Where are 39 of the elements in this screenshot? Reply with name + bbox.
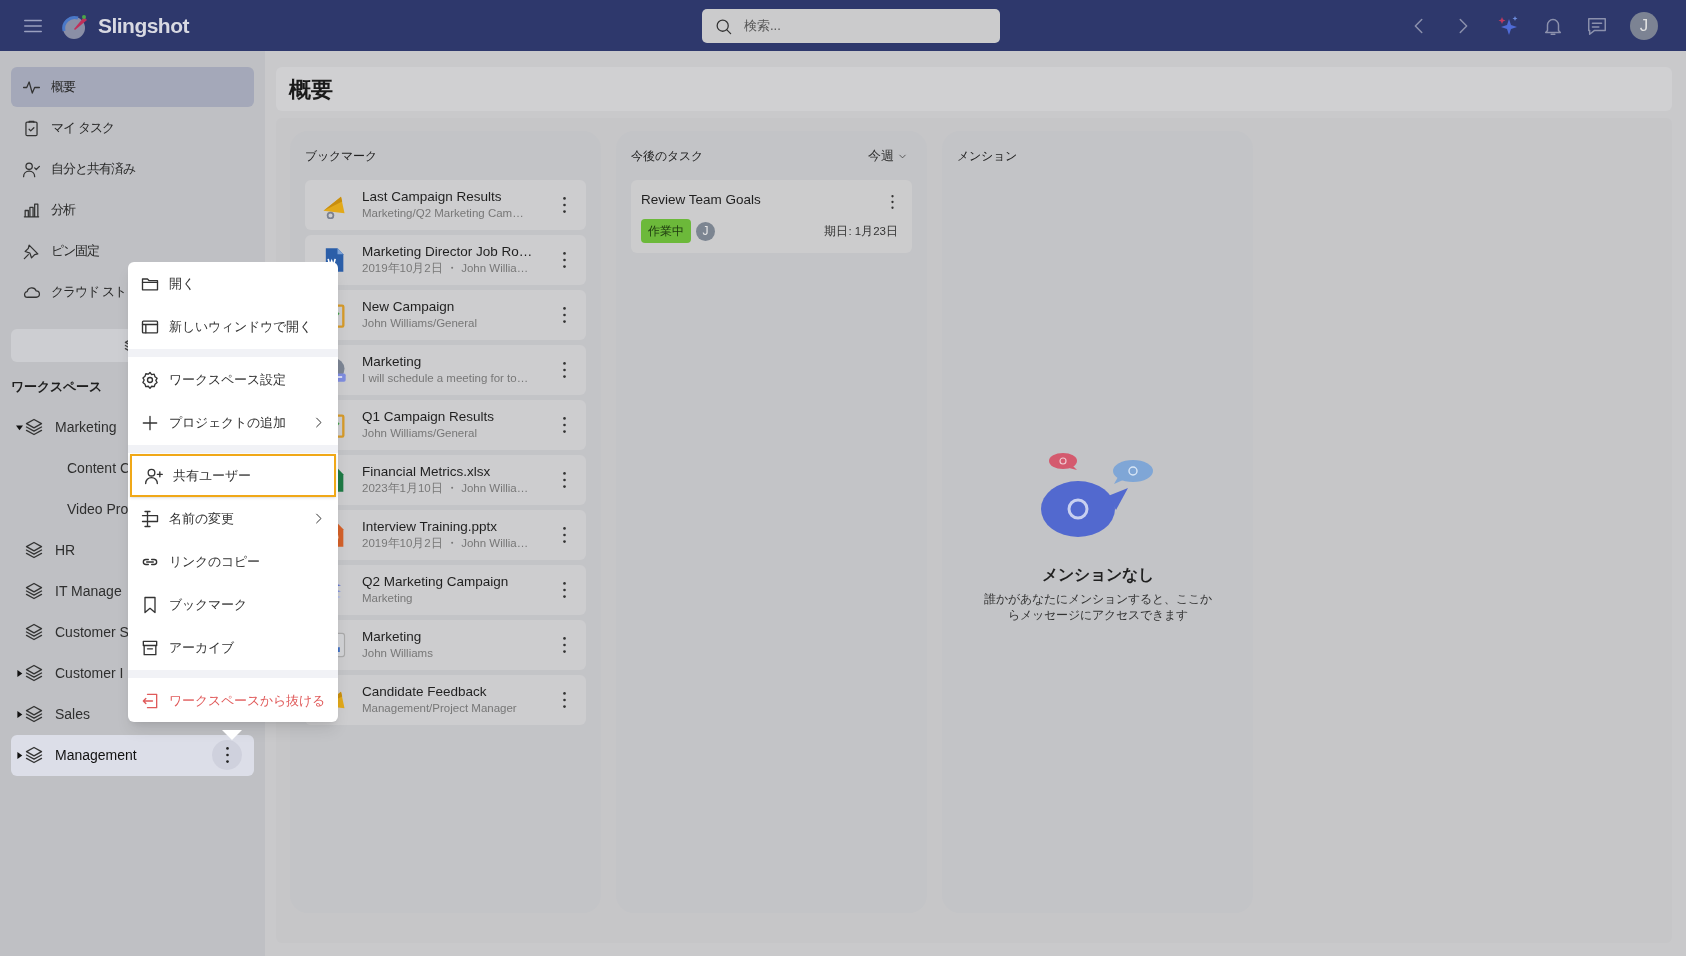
bookmark-title: Candidate Feedback xyxy=(362,684,488,700)
bookmark-subtitle: 2023年1月10日 ・ John Willia… xyxy=(362,481,530,496)
task-title: Review Team Goals xyxy=(641,191,761,209)
workspace-name: Management xyxy=(55,745,137,765)
bookmark-subtitle: I will schedule a meeting for to… xyxy=(362,371,530,386)
bookmark-title: Q1 Campaign Results xyxy=(362,409,496,425)
due-date: 期日: 1月23日 xyxy=(824,223,899,239)
bookmark-title: Q2 Marketing Campaign xyxy=(362,574,510,590)
workspace-name: IT Manage xyxy=(55,581,122,601)
page-title: 概要 xyxy=(289,75,333,104)
bookmark-subtitle: John Williams/General xyxy=(362,426,479,441)
widget-title: ブックマーク xyxy=(305,148,377,165)
section-title: ワークスペース xyxy=(11,378,102,396)
bookmark-title: Marketing xyxy=(362,354,423,370)
empty-state-message: 誰かがあなたにメンションすると、ここからメッセージにアクセスできます xyxy=(982,591,1213,623)
widget-title: 今後のタスク xyxy=(631,148,703,165)
workspace-name: Customer S xyxy=(55,622,129,642)
bookmark-title: New Campaign xyxy=(362,299,456,315)
bookmark-title: Marketing xyxy=(362,629,423,645)
workspace-name: HR xyxy=(55,540,76,560)
bookmark-subtitle: 2019年10月2日 ・ John Willia… xyxy=(362,536,530,551)
bookmark-title: Marketing Director Job Ro… xyxy=(362,244,534,260)
workspace-name: Customer I xyxy=(55,663,124,683)
widget-title: メンション xyxy=(957,148,1017,165)
bookmark-title: Interview Training.pptx xyxy=(362,519,499,535)
bookmark-subtitle: Management/Project Manager xyxy=(362,701,518,716)
bookmark-subtitle: John Williams xyxy=(362,646,434,661)
bookmark-subtitle: 2019年10月2日 ・ John Willia… xyxy=(362,261,530,276)
brand-name: Slingshot xyxy=(98,12,189,39)
empty-state-title: メンションなし xyxy=(1041,565,1154,586)
assignee-avatar: J xyxy=(696,221,715,241)
workspace-name: Sales xyxy=(55,704,91,724)
status-badge: 作業中 xyxy=(641,219,691,244)
bookmark-subtitle: Marketing xyxy=(362,591,414,606)
bookmark-subtitle: John Williams/General xyxy=(362,316,479,331)
workspace-name: Marketing xyxy=(55,417,117,437)
bookmark-title: Last Campaign Results xyxy=(362,189,503,205)
bookmark-subtitle: Marketing/Q2 Marketing Cam… xyxy=(362,206,525,221)
bookmark-title: Financial Metrics.xlsx xyxy=(362,464,492,480)
